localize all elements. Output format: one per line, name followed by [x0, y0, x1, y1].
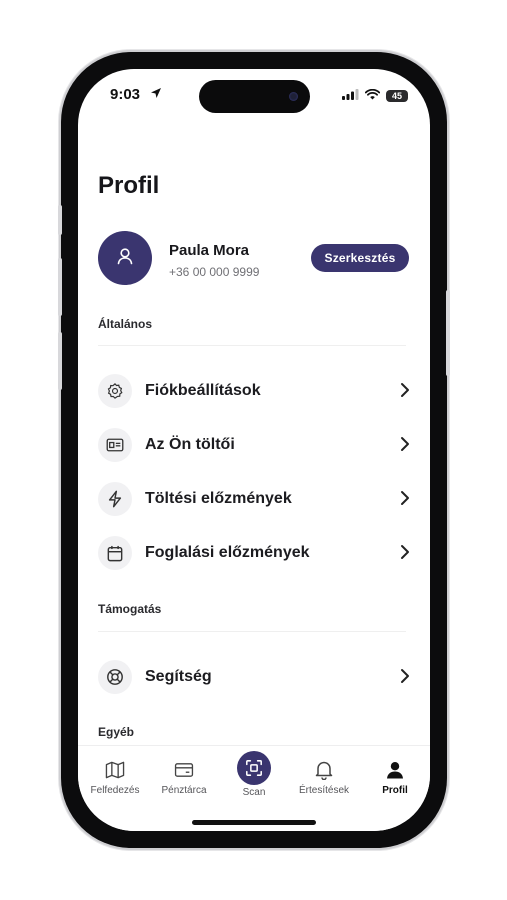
menu-item-account-settings[interactable]: Fiókbeállítások: [98, 371, 410, 411]
cellular-signal-icon: [342, 87, 359, 105]
section-label-general: Általános: [98, 317, 153, 331]
menu-item-booking-history[interactable]: Foglalási előzmények: [98, 533, 410, 573]
divider: [98, 631, 406, 632]
bell-icon: [289, 757, 359, 783]
home-indicator[interactable]: [192, 820, 316, 825]
tab-label: Scan: [242, 787, 266, 798]
menu-item-label: Segítség: [145, 668, 212, 685]
dynamic-island: [199, 80, 310, 113]
lightning-icon: [98, 482, 132, 516]
tab-label: Értesítések: [298, 785, 350, 796]
status-bar: 9:03 45: [78, 69, 430, 119]
menu-item-label: Az Ön töltői: [145, 436, 235, 453]
tab-bar: Felfedezés Pénztárca Scan Értesítések Pr…: [78, 745, 430, 831]
user-name: Paula Mora: [169, 242, 250, 259]
edit-profile-button[interactable]: Szerkesztés: [311, 244, 409, 272]
power-button: [446, 290, 450, 376]
chevron-right-icon: [400, 668, 410, 689]
user-icon: [360, 757, 430, 783]
wifi-icon: [364, 87, 381, 105]
tab-wallet[interactable]: Pénztárca: [149, 746, 219, 796]
user-phone: +36 00 000 9999: [169, 265, 260, 279]
volume-up-button: [58, 258, 62, 316]
section-label-other: Egyéb: [98, 725, 135, 739]
wallet-icon: [149, 757, 219, 783]
gear-icon: [98, 374, 132, 408]
chevron-right-icon: [400, 490, 410, 511]
tab-scan[interactable]: Scan: [219, 746, 289, 798]
menu-item-charging-history[interactable]: Töltési előzmények: [98, 479, 410, 519]
chevron-right-icon: [400, 382, 410, 403]
battery-icon: 45: [386, 90, 408, 102]
tab-label: Profil: [382, 785, 408, 796]
phone-screen: 9:03 45 Profil Paula Mora +36 00 000 999…: [78, 69, 430, 831]
calendar-icon: [98, 536, 132, 570]
tab-explore[interactable]: Felfedezés: [80, 746, 150, 796]
tab-profile[interactable]: Profil: [360, 746, 430, 796]
action-button: [58, 205, 62, 235]
camera-icon: [289, 92, 298, 101]
tab-notifications[interactable]: Értesítések: [289, 746, 359, 796]
status-icons: 45: [342, 87, 408, 105]
section-label-support: Támogatás: [98, 602, 162, 616]
scan-icon: [237, 751, 271, 785]
menu-item-label: Töltési előzmények: [145, 490, 292, 507]
volume-down-button: [58, 332, 62, 390]
divider: [98, 345, 406, 346]
map-icon: [80, 757, 150, 783]
tab-label: Pénztárca: [161, 785, 207, 796]
location-arrow-icon: [150, 86, 162, 104]
page-title: Profil: [98, 172, 160, 199]
menu-item-help[interactable]: Segítség: [98, 657, 410, 697]
lifebuoy-icon: [98, 660, 132, 694]
menu-item-label: Fiókbeállítások: [145, 382, 261, 399]
tab-label: Felfedezés: [90, 785, 140, 796]
menu-item-label: Foglalási előzmények: [145, 544, 310, 561]
status-time: 9:03: [110, 86, 141, 103]
user-icon: [116, 247, 134, 270]
chevron-right-icon: [400, 436, 410, 457]
avatar[interactable]: [98, 231, 152, 285]
chevron-right-icon: [400, 544, 410, 565]
menu-item-chargers[interactable]: Az Ön töltői: [98, 425, 410, 465]
id-card-icon: [98, 428, 132, 462]
